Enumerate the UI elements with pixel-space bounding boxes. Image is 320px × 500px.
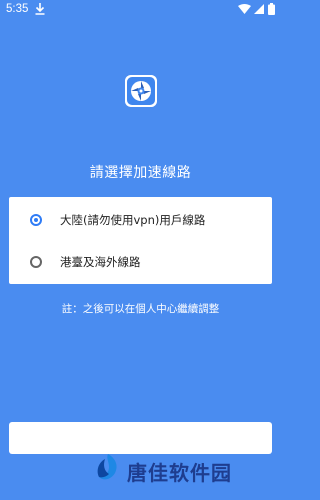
status-bar: 5:35 xyxy=(0,0,281,20)
watermark-logo-icon xyxy=(97,454,117,480)
status-time: 5:35 xyxy=(6,3,29,15)
download-icon xyxy=(35,3,45,15)
signal-icon xyxy=(254,4,264,14)
wifi-icon xyxy=(238,4,251,14)
battery-icon xyxy=(268,3,275,15)
app-logo-icon xyxy=(125,75,157,107)
radio-mainland-route[interactable] xyxy=(30,214,42,226)
page-title: 請選擇加速線路 xyxy=(89,165,192,181)
route-options-card: 大陸(請勿使用vpn)用戶線路 港臺及海外線路 xyxy=(9,197,272,284)
radio-overseas-route[interactable] xyxy=(30,256,42,268)
option-mainland-route[interactable]: 大陸(請勿使用vpn)用戶線路 xyxy=(9,200,272,240)
settings-note: 註：之後可以在個人中心繼續調整 xyxy=(61,303,220,315)
watermark-text: 唐佳软件园 xyxy=(127,461,232,485)
watermark: 唐佳软件园 xyxy=(90,450,280,490)
option-overseas-route[interactable]: 港臺及海外線路 xyxy=(9,242,272,282)
option-label-mainland: 大陸(請勿使用vpn)用戶線路 xyxy=(60,213,206,227)
option-label-overseas: 港臺及海外線路 xyxy=(60,255,141,269)
